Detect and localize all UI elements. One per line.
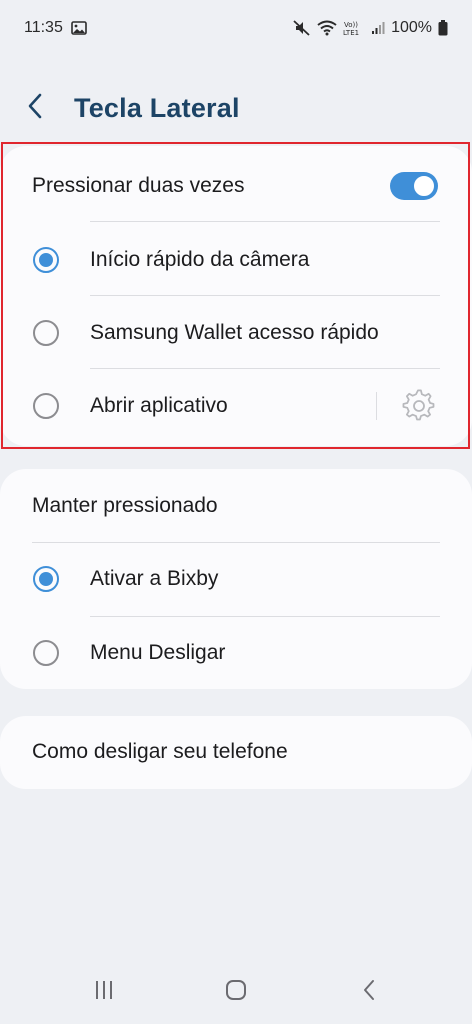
option-quick-camera[interactable]: Início rápido da câmera (0, 238, 472, 282)
recents-button[interactable] (84, 976, 124, 1008)
option-power-menu[interactable]: Menu Desligar (0, 631, 472, 675)
divider (90, 221, 440, 222)
battery-icon (438, 20, 448, 36)
status-bar: 11:35 Vo)) LTE1 100% (0, 0, 472, 56)
option-label: Samsung Wallet acesso rápido (90, 321, 379, 344)
svg-text:Vo)): Vo)) (344, 21, 358, 29)
home-button[interactable] (216, 976, 256, 1008)
chevron-left-icon (26, 92, 44, 125)
hold-card: Manter pressionado Ativar a Bixby Menu D… (0, 469, 472, 689)
radio-quick-camera[interactable] (33, 247, 59, 273)
mute-icon (293, 20, 311, 36)
volte-lte-icon: Vo)) LTE1 (343, 19, 365, 37)
switch-knob (412, 174, 436, 198)
option-label: Abrir aplicativo (90, 394, 228, 417)
divider (90, 295, 440, 296)
page-title: Tecla Lateral (74, 92, 240, 123)
back-icon (361, 978, 377, 1007)
status-left: 11:35 (24, 19, 87, 37)
option-bixby[interactable]: Ativar a Bixby (0, 557, 472, 601)
status-right: Vo)) LTE1 100% (293, 19, 448, 37)
radio-samsung-wallet[interactable] (33, 320, 59, 346)
press-twice-label: Pressionar duas vezes (32, 174, 245, 197)
navigation-bar (0, 970, 472, 1014)
power-off-help-card[interactable]: Como desligar seu telefone (0, 716, 472, 789)
radio-open-app[interactable] (33, 393, 59, 419)
power-off-help-row[interactable]: Como desligar seu telefone (0, 730, 472, 774)
vertical-separator (376, 392, 377, 420)
divider (90, 368, 440, 369)
recents-icon (93, 979, 115, 1006)
divider (90, 616, 440, 617)
battery-percent: 100% (391, 19, 432, 36)
hold-label: Manter pressionado (32, 494, 218, 517)
press-twice-toggle-row[interactable]: Pressionar duas vezes (0, 164, 472, 208)
press-twice-card: Pressionar duas vezes Início rápido da c… (0, 146, 472, 446)
wifi-icon (317, 20, 337, 36)
option-samsung-wallet[interactable]: Samsung Wallet acesso rápido (0, 311, 472, 355)
radio-bixby[interactable] (33, 566, 59, 592)
back-button[interactable] (26, 88, 60, 128)
svg-text:LTE1: LTE1 (343, 29, 359, 37)
header: Tecla Lateral (26, 84, 240, 132)
home-icon (224, 978, 248, 1007)
back-nav-button[interactable] (349, 976, 389, 1008)
gear-icon[interactable] (402, 389, 436, 423)
option-label: Ativar a Bixby (90, 567, 219, 590)
hold-header: Manter pressionado (0, 484, 472, 528)
gallery-icon (71, 21, 87, 35)
radio-power-menu[interactable] (33, 640, 59, 666)
signal-icon (371, 21, 385, 35)
option-open-app[interactable]: Abrir aplicativo (0, 384, 472, 428)
divider (32, 542, 440, 543)
power-off-help-label: Como desligar seu telefone (32, 740, 288, 763)
option-label: Início rápido da câmera (90, 248, 310, 271)
status-time: 11:35 (24, 19, 63, 36)
press-twice-switch[interactable] (390, 172, 438, 200)
option-label: Menu Desligar (90, 641, 226, 664)
